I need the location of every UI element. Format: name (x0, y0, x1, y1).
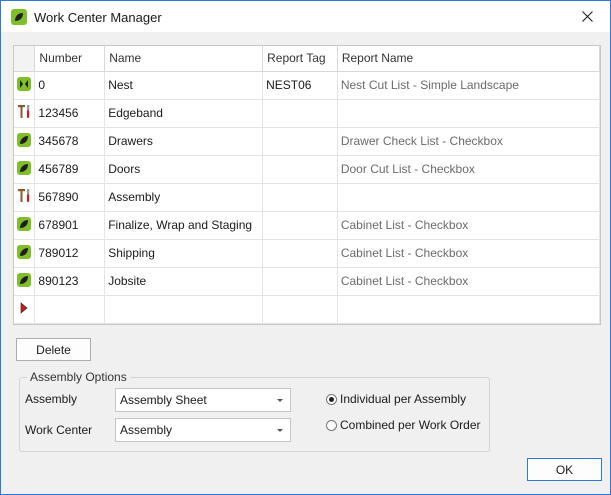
cell-report-name[interactable] (337, 295, 600, 324)
leaf-icon (17, 160, 32, 178)
table-row[interactable]: 789012 Shipping Cabinet List - Checkbox (14, 239, 600, 268)
cell-number[interactable]: 0 (34, 71, 106, 100)
cell-report-tag[interactable] (262, 239, 338, 268)
close-icon (581, 11, 593, 22)
cell-report-tag[interactable]: NEST06 (262, 71, 338, 100)
cell-report-tag[interactable] (262, 127, 338, 156)
table-row[interactable]: 123456 Edgeband (14, 99, 600, 128)
assembly-select[interactable]: Assembly Sheet (115, 388, 291, 412)
cell-report-tag[interactable] (262, 267, 338, 296)
column-header-report-tag[interactable]: Report Tag (262, 46, 338, 72)
work-center-select-value: Assembly (120, 423, 173, 437)
column-header-report-name[interactable]: Report Name (337, 46, 600, 72)
column-header-name[interactable]: Name (104, 46, 264, 72)
table-row[interactable]: 890123 Jobsite Cabinet List - Checkbox (14, 267, 600, 296)
leaf-icon (17, 216, 32, 234)
new-row-arrow-icon (20, 301, 28, 314)
table-row[interactable]: 456789 Doors Door Cut List - Checkbox (14, 155, 600, 184)
work-center-select[interactable]: Assembly (115, 418, 291, 442)
table-row[interactable]: 567890 Assembly (14, 183, 600, 212)
radio-button-individual[interactable] (326, 393, 337, 405)
cell-report-tag[interactable] (262, 99, 338, 128)
window-title: Work Center Manager (34, 10, 162, 25)
tools-icon (17, 105, 32, 122)
cell-name[interactable]: Nest (104, 71, 264, 100)
leaf-icon (17, 132, 32, 150)
row-indicator (14, 267, 36, 296)
cell-report-name[interactable]: Cabinet List - Checkbox (337, 267, 600, 296)
delete-button[interactable]: Delete (16, 338, 91, 361)
row-indicator (14, 239, 36, 268)
cell-number[interactable] (34, 295, 106, 324)
nest-icon (17, 76, 32, 94)
cell-report-name[interactable] (337, 99, 600, 128)
radio-combined-per-work-order[interactable]: Combined per Work Order (326, 418, 481, 432)
column-header-number[interactable]: Number (34, 46, 106, 72)
radio-individual-label: Individual per Assembly (340, 392, 467, 406)
ok-button[interactable]: OK (527, 458, 602, 481)
radio-button-combined[interactable] (326, 419, 337, 431)
tools-icon (17, 189, 32, 206)
row-indicator (14, 99, 36, 128)
close-button[interactable] (564, 1, 610, 32)
table-row[interactable]: 0 Nest NEST06 Nest Cut List - Simple Landsc… (14, 71, 600, 100)
cell-number[interactable]: 567890 (34, 183, 106, 212)
cell-report-name[interactable]: Drawer Check List - Checkbox (337, 127, 600, 156)
cell-number[interactable]: 789012 (34, 239, 106, 268)
cell-report-name[interactable]: Cabinet List - Checkbox (337, 211, 600, 240)
cell-number[interactable]: 890123 (34, 267, 106, 296)
cell-number[interactable]: 456789 (34, 155, 106, 184)
cell-name[interactable]: Edgeband (104, 99, 264, 128)
cell-number[interactable]: 123456 (34, 99, 106, 128)
cell-number[interactable]: 678901 (34, 211, 106, 240)
cell-report-tag[interactable] (262, 155, 338, 184)
cell-number[interactable]: 345678 (34, 127, 106, 156)
cell-name[interactable]: Doors (104, 155, 264, 184)
cell-report-tag[interactable] (262, 211, 338, 240)
table-row[interactable]: 678901 Finalize, Wrap and Staging Cabinet … (14, 211, 600, 240)
cell-report-tag[interactable] (262, 295, 338, 324)
radio-combined-label: Combined per Work Order (340, 418, 481, 432)
work-center-table: Number Name Report Tag Report Name 0 Nest… (14, 46, 600, 324)
row-indicator (14, 71, 36, 100)
row-indicator (14, 183, 36, 212)
cell-report-name[interactable] (337, 183, 600, 212)
assembly-label: Assembly (25, 392, 78, 406)
leaf-icon (17, 272, 32, 290)
work-center-grid[interactable]: Number Name Report Tag Report Name 0 Nest… (13, 45, 601, 325)
cell-report-name[interactable]: Cabinet List - Checkbox (337, 239, 600, 268)
chevron-down-icon (277, 429, 283, 432)
cell-name[interactable]: Shipping (104, 239, 264, 268)
row-indicator (14, 127, 36, 156)
work-center-label: Work Center (25, 423, 93, 437)
cell-name[interactable] (104, 295, 264, 324)
new-row[interactable] (14, 295, 600, 324)
chevron-down-icon (277, 399, 283, 402)
cell-report-name[interactable]: Door Cut List - Checkbox (337, 155, 600, 184)
title-bar: Work Center Manager (1, 1, 610, 32)
app-leaf-icon (11, 9, 27, 25)
cell-name[interactable]: Assembly (104, 183, 264, 212)
radio-individual-per-assembly[interactable]: Individual per Assembly (326, 392, 466, 406)
cell-report-name[interactable]: Nest Cut List - Simple Landscape (337, 71, 600, 100)
header-row: Number Name Report Tag Report Name (14, 46, 600, 72)
row-indicator (14, 211, 36, 240)
work-center-manager-window: Work Center Manager Number Name Report T… (0, 0, 611, 495)
cell-report-tag[interactable] (262, 183, 338, 212)
assembly-select-value: Assembly Sheet (120, 393, 207, 407)
cell-name[interactable]: Drawers (104, 127, 264, 156)
new-row-indicator (14, 295, 36, 324)
assembly-options-title: Assembly Options (27, 370, 130, 384)
table-row[interactable]: 345678 Drawers Drawer Check List - Checkbo… (14, 127, 600, 156)
cell-name[interactable]: Finalize, Wrap and Staging (104, 211, 264, 240)
row-indicator (14, 155, 36, 184)
cell-name[interactable]: Jobsite (104, 267, 264, 296)
leaf-icon (17, 244, 32, 262)
row-indicator-header (14, 46, 36, 72)
